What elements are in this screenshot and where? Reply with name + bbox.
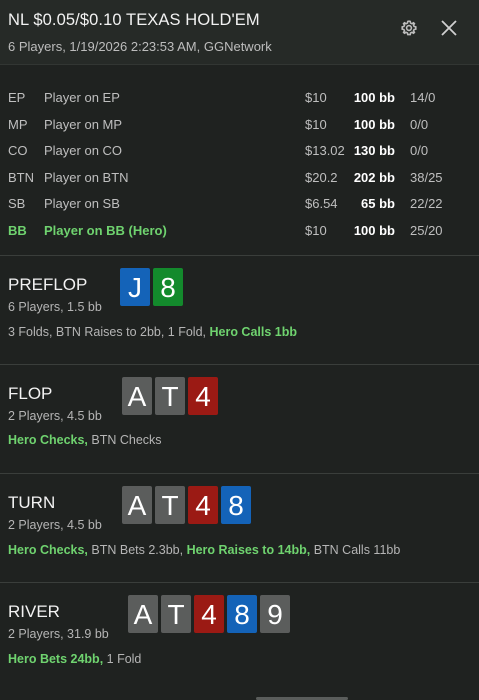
card: A — [128, 595, 158, 633]
street-name: FLOP — [8, 384, 53, 403]
action-text: 3 Folds, BTN Raises to 2bb, 1 Fold, — [8, 325, 210, 339]
player-stack-dollars: $20.2 — [305, 169, 338, 185]
player-name: Player on SB — [44, 196, 120, 211]
action-text: BTN Checks — [87, 433, 162, 447]
street-name: PREFLOP — [8, 275, 88, 294]
section-divider — [0, 582, 479, 583]
player-position: SB — [8, 196, 26, 211]
player-row-bb-hero: BB Player on BB (Hero) $10 100 bb 25/20 — [0, 217, 479, 244]
hero-action-text: Hero Bets 24bb, — [8, 652, 104, 666]
game-title: NL $0.05/$0.10 TEXAS HOLD'EM — [8, 11, 260, 29]
player-position: MP — [8, 116, 28, 132]
street-info: 2 Players, 4.5 bb — [8, 518, 102, 532]
player-name: Player on MP — [44, 116, 123, 132]
player-stack-bb: 130 bb — [353, 143, 395, 158]
section-divider — [0, 364, 479, 365]
board-cards: A T 4 8 — [122, 486, 251, 524]
player-stats: 14/0 — [410, 90, 436, 105]
section-divider — [0, 255, 479, 256]
player-stats: 38/25 — [410, 169, 443, 185]
street-info: 2 Players, 4.5 bb — [8, 409, 102, 423]
close-button[interactable] — [439, 18, 459, 38]
card: T — [155, 377, 185, 415]
board-cards: A T 4 — [122, 377, 218, 415]
player-position: BTN — [8, 169, 34, 185]
hand-header: NL $0.05/$0.10 TEXAS HOLD'EM 6 Players, … — [0, 0, 479, 65]
hero-action-text: Hero Checks, — [8, 543, 88, 557]
player-row-btn: BTN Player on BTN $20.2 202 bb 38/25 — [0, 164, 479, 191]
player-stats: 25/20 — [410, 222, 443, 238]
street-info: 2 Players, 31.9 bb — [8, 627, 109, 641]
player-stack-bb: 65 bb — [361, 196, 395, 211]
player-stack-bb: 100 bb — [353, 116, 395, 132]
player-row-sb: SB Player on SB $6.54 65 bb 22/22 — [0, 190, 479, 217]
hand-subtitle: 6 Players, 1/19/2026 2:23:53 AM, GGNetwo… — [8, 39, 272, 54]
player-stats: 0/0 — [410, 143, 429, 158]
player-row-mp: MP Player on MP $10 100 bb 0/0 — [0, 111, 479, 138]
hero-action-text: Hero Raises to 14bb, — [186, 543, 311, 557]
hole-cards: J 8 — [120, 268, 183, 306]
action-text: 1 Fold — [103, 652, 142, 666]
player-stack-bb: 100 bb — [353, 222, 395, 238]
player-name: Player on CO — [44, 143, 123, 158]
player-name: Player on BTN — [44, 169, 129, 185]
card: 9 — [260, 595, 290, 633]
player-stack-dollars: $10 — [305, 116, 327, 132]
player-stack-dollars: $13.02 — [305, 143, 345, 158]
street-info: 6 Players, 1.5 bb — [8, 300, 102, 314]
player-stack-dollars: $10 — [305, 90, 327, 105]
player-position: CO — [8, 143, 28, 158]
player-row-co: CO Player on CO $13.02 130 bb 0/0 — [0, 137, 479, 164]
street-actions: 3 Folds, BTN Raises to 2bb, 1 Fold, Hero… — [8, 325, 297, 339]
card: 4 — [194, 595, 224, 633]
street-actions: Hero Checks, BTN Bets 2.3bb, Hero Raises… — [8, 543, 400, 557]
gear-icon — [401, 20, 417, 36]
player-stack-dollars: $6.54 — [305, 196, 338, 211]
card: T — [155, 486, 185, 524]
board-cards: A T 4 8 9 — [128, 595, 290, 633]
player-row-ep: EP Player on EP $10 100 bb 14/0 — [0, 84, 479, 111]
hero-action-text: Hero Checks, — [8, 433, 88, 447]
player-position: EP — [8, 90, 26, 105]
street-actions: Hero Bets 24bb, 1 Fold — [8, 652, 141, 666]
close-icon — [441, 20, 457, 36]
street-name: TURN — [8, 493, 56, 512]
street-actions: Hero Checks, BTN Checks — [8, 433, 162, 447]
street-name: RIVER — [8, 602, 60, 621]
player-position: BB — [8, 222, 27, 238]
player-stats: 0/0 — [410, 116, 429, 132]
card: 8 — [153, 268, 183, 306]
player-stack-dollars: $10 — [305, 222, 327, 238]
card: A — [122, 377, 152, 415]
player-stats: 22/22 — [410, 196, 443, 211]
player-name: Player on BB (Hero) — [44, 222, 167, 238]
card: 8 — [227, 595, 257, 633]
card: 4 — [188, 486, 218, 524]
action-text: BTN Calls 11bb — [310, 543, 401, 557]
players-list: EP Player on EP $10 100 bb 14/0 MP Playe… — [0, 84, 479, 243]
player-stack-bb: 202 bb — [353, 169, 395, 185]
hero-action-text: Hero Calls 1bb — [209, 325, 298, 339]
card: A — [122, 486, 152, 524]
card: T — [161, 595, 191, 633]
action-text: BTN Bets 2.3bb, — [87, 543, 187, 557]
settings-button[interactable] — [399, 18, 419, 38]
section-divider — [0, 473, 479, 474]
player-stack-bb: 100 bb — [353, 90, 395, 105]
card: 8 — [221, 486, 251, 524]
player-name: Player on EP — [44, 90, 120, 105]
card: J — [120, 268, 150, 306]
card: 4 — [188, 377, 218, 415]
